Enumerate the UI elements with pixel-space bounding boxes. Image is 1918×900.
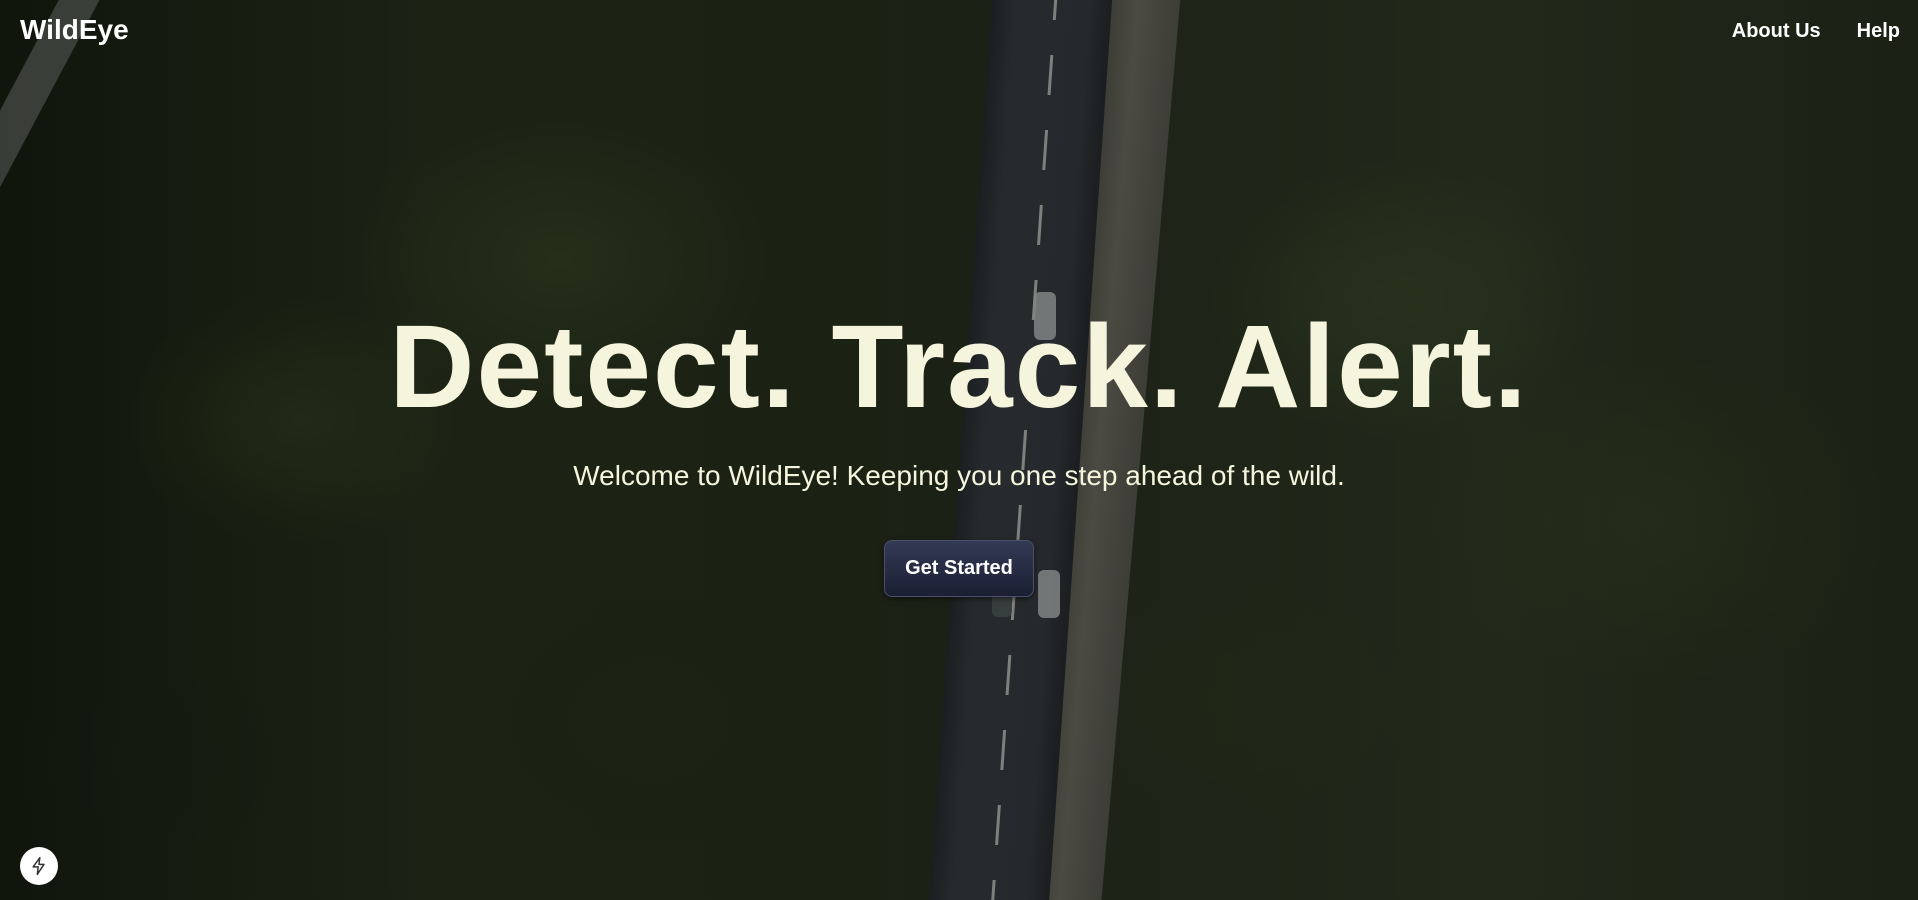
nav-link-about-us[interactable]: About Us xyxy=(1732,20,1821,43)
brand-logo[interactable]: WildEye xyxy=(20,14,129,46)
nav-links: About Us Help xyxy=(1732,20,1900,43)
hero-title: Detect. Track. Alert. xyxy=(389,301,1529,433)
landing-page: WildEye About Us Help Detect. Track. Ale… xyxy=(0,0,1918,900)
nav-link-help[interactable]: Help xyxy=(1857,20,1900,43)
get-started-button[interactable]: Get Started xyxy=(884,539,1034,597)
hero-subtitle: Welcome to WildEye! Keeping you one step… xyxy=(573,459,1345,491)
top-nav: WildEye About Us Help xyxy=(0,0,1918,64)
dev-tools-badge[interactable] xyxy=(20,847,58,885)
lightning-bolt-icon xyxy=(32,856,45,876)
hero-section: Detect. Track. Alert. Welcome to WildEye… xyxy=(0,300,1918,597)
